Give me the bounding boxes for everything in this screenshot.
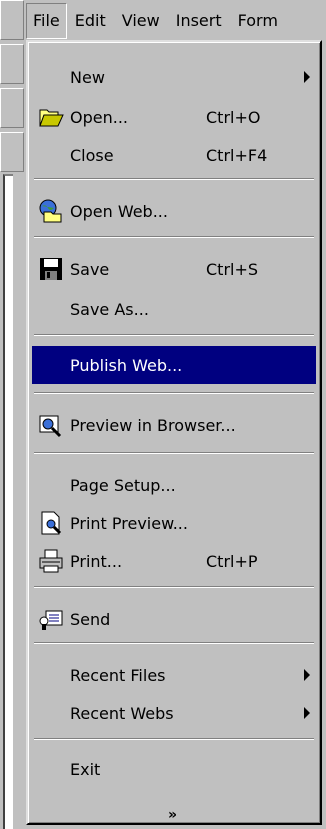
menu-view[interactable]: View <box>114 4 168 38</box>
print-preview-icon <box>38 510 64 536</box>
menu-item-shortcut: Ctrl+S <box>206 259 259 279</box>
menu-item-shortcut: Ctrl+F4 <box>206 145 268 165</box>
menu-insert[interactable]: Insert <box>168 4 230 38</box>
menu-item-label: Recent Files <box>70 665 166 685</box>
menu-file[interactable]: File <box>26 3 67 39</box>
submenu-arrow-icon <box>304 707 310 719</box>
toolbar-row-1 <box>0 0 24 40</box>
menu-item-open[interactable]: Open... Ctrl+O <box>32 98 316 136</box>
menu-item-shortcut: Ctrl+O <box>206 107 261 127</box>
menu-item-print-preview[interactable]: Print Preview... <box>32 504 316 542</box>
menu-item-shortcut: Ctrl+P <box>206 551 258 571</box>
menu-item-label: Page Setup... <box>70 475 176 495</box>
send-mail-icon <box>38 606 64 632</box>
menu-separator <box>34 586 314 588</box>
menu-separator <box>34 392 314 394</box>
menu-item-publish-web[interactable]: Publish Web... <box>32 346 316 384</box>
menu-separator <box>34 452 314 454</box>
menu-item-recent-files[interactable]: Recent Files <box>32 656 316 694</box>
menu-item-label: Open Web... <box>70 201 168 221</box>
open-folder-icon <box>38 104 64 130</box>
menu-item-save[interactable]: Save Ctrl+S <box>32 250 316 288</box>
menu-item-print[interactable]: Print... Ctrl+P <box>32 542 316 580</box>
menu-separator <box>34 334 314 336</box>
menu-bar: File Edit View Insert Form <box>26 2 326 40</box>
menu-item-label: Print Preview... <box>70 513 188 533</box>
menu-item-label: Exit <box>70 759 101 779</box>
menu-item-label: Save <box>70 259 110 279</box>
menu-item-exit[interactable]: Exit <box>32 750 316 788</box>
menu-item-open-web[interactable]: Open Web... <box>32 192 316 230</box>
menu-item-save-as[interactable]: Save As... <box>32 290 316 328</box>
file-menu-dropdown: New Open... Ctrl+O Close Ctrl+F4 Open We… <box>26 40 322 825</box>
expand-menu-chevron-icon[interactable]: » <box>168 807 177 823</box>
toolbar-row-3 <box>0 88 24 128</box>
menu-item-page-setup[interactable]: Page Setup... <box>32 466 316 504</box>
floppy-disk-icon <box>38 256 64 282</box>
preview-browser-icon <box>38 412 64 438</box>
menu-item-recent-webs[interactable]: Recent Webs <box>32 694 316 732</box>
menu-separator <box>34 178 314 180</box>
submenu-arrow-icon <box>304 71 310 83</box>
menu-item-label: Recent Webs <box>70 703 174 723</box>
menu-item-label: Print... <box>70 551 123 571</box>
menu-item-label: Preview in Browser... <box>70 415 236 435</box>
menu-format[interactable]: Form <box>230 4 286 38</box>
printer-icon <box>38 548 64 574</box>
menu-item-label: Send <box>70 609 111 629</box>
menu-separator <box>34 642 314 644</box>
menu-separator <box>34 738 314 740</box>
menu-item-label: New <box>70 67 105 87</box>
menu-item-close[interactable]: Close Ctrl+F4 <box>32 136 316 174</box>
menu-edit[interactable]: Edit <box>67 4 114 38</box>
menu-item-label: Open... <box>70 107 128 127</box>
submenu-arrow-icon <box>304 669 310 681</box>
menu-item-new[interactable]: New <box>32 58 316 96</box>
menu-item-send[interactable]: Send <box>32 600 316 638</box>
menu-item-label: Publish Web... <box>70 355 183 375</box>
open-web-icon <box>38 198 64 224</box>
toolbar-row-4 <box>0 132 24 172</box>
toolbar-row-2 <box>0 44 24 84</box>
app-left-chrome <box>0 0 26 829</box>
document-edge <box>3 174 13 829</box>
menu-item-preview-in-browser[interactable]: Preview in Browser... <box>32 406 316 444</box>
menu-item-label: Close <box>70 145 114 165</box>
menu-item-label: Save As... <box>70 299 149 319</box>
menu-separator <box>34 236 314 238</box>
